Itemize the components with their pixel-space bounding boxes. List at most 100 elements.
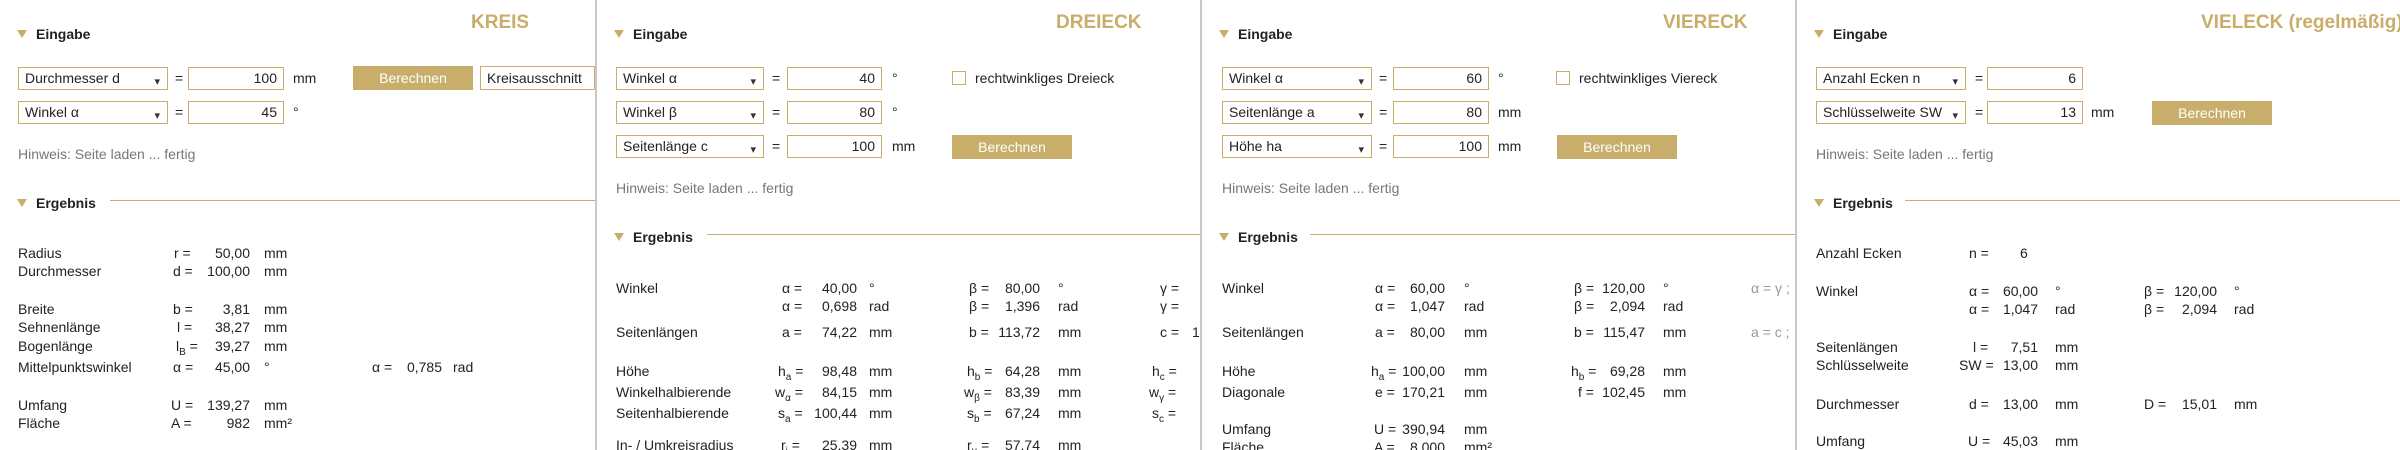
equals-sign: =	[772, 70, 781, 86]
chevron-down-icon: ▾	[1952, 110, 1958, 122]
result-value: 139,27	[207, 397, 250, 413]
triangle-down-icon	[614, 30, 624, 38]
unit-label: mm	[1464, 363, 1488, 379]
result-symbol: D =	[2144, 396, 2167, 412]
select-input1[interactable]: Anzahl Ecken n ▾	[1816, 67, 1966, 90]
unit-label: rad	[2234, 301, 2255, 317]
unit-label: mm	[1058, 324, 1082, 340]
result-value: 98,48	[821, 363, 857, 379]
result-symbol: U =	[1968, 433, 1991, 449]
unit-label: °	[869, 280, 875, 296]
section-input-heading[interactable]: Eingabe	[1219, 26, 1292, 42]
result-value: 45,00	[214, 359, 250, 375]
unit-label: mm²	[1464, 439, 1492, 450]
panel-title: VIELECK (regelmäßig)	[2201, 12, 2400, 33]
value-input1[interactable]: 100	[188, 67, 284, 90]
select-input2[interactable]: Winkel β ▾	[616, 101, 764, 124]
section-result-heading[interactable]: Ergebnis	[614, 229, 693, 245]
result-label: Winkel	[1222, 280, 1265, 296]
chevron-down-icon: ▾	[154, 110, 160, 122]
value-input2[interactable]: 13	[1987, 101, 2083, 124]
result-value: 115,47	[1603, 324, 1645, 340]
calculate-button[interactable]: Berechnen	[952, 135, 1072, 159]
section-divider	[1905, 200, 2400, 201]
value-input2[interactable]: 45	[188, 101, 284, 124]
result-label: Umfang	[18, 397, 68, 413]
triangle-down-icon	[17, 30, 27, 38]
section-input-heading[interactable]: Eingabe	[1814, 26, 1887, 42]
value-input1[interactable]: 40	[787, 67, 882, 90]
select-input3[interactable]: Seitenlänge c ▾	[616, 135, 764, 158]
result-symbol: A =	[1374, 439, 1395, 450]
result-symbol: hc =	[1152, 363, 1177, 383]
select-input2[interactable]: Winkel α ▾	[18, 101, 168, 124]
triangle-down-icon	[1219, 30, 1229, 38]
result-symbol: lB =	[176, 338, 198, 358]
result-value: 25,39	[821, 437, 857, 450]
unit-label: mm	[869, 405, 893, 421]
result-label: Mittelpunktswinkel	[18, 359, 132, 375]
triangle-down-icon	[17, 199, 27, 207]
result-value: 100,00	[1402, 363, 1445, 379]
select-input2[interactable]: Seitenlänge a ▾	[1222, 101, 1372, 124]
result-label: Seitenlängen	[1222, 324, 1304, 340]
value-input2[interactable]: 80	[787, 101, 882, 124]
section-result-heading[interactable]: Ergebnis	[17, 195, 96, 211]
unit-label: mm	[892, 138, 916, 154]
unit-label: mm	[869, 363, 893, 379]
section-result-heading[interactable]: Ergebnis	[1814, 195, 1893, 211]
unit-label: rad	[1058, 298, 1079, 314]
unit-label: °	[892, 104, 898, 120]
section-divider	[1310, 234, 1795, 235]
result-label: In- / Umkreisradius	[616, 437, 734, 450]
result-symbol: β =	[1574, 298, 1595, 314]
unit-label: rad	[453, 359, 474, 375]
select-input3[interactable]: Höhe ha ▾	[1222, 135, 1372, 158]
calculate-button[interactable]: Berechnen	[353, 66, 473, 90]
section-input-heading[interactable]: Eingabe	[614, 26, 687, 42]
unit-label: mm	[869, 437, 893, 450]
unit-label: °	[1058, 280, 1064, 296]
select-input1[interactable]: Durchmesser d ▾	[18, 67, 168, 90]
section-result-heading[interactable]: Ergebnis	[1219, 229, 1298, 245]
section-input-heading[interactable]: Eingabe	[17, 26, 90, 42]
result-label: Fläche	[1222, 439, 1265, 450]
value-input2[interactable]: 80	[1393, 101, 1489, 124]
calculate-button[interactable]: Berechnen	[1557, 135, 1677, 159]
triangle-down-icon	[1814, 199, 1824, 207]
result-symbol: sc =	[1152, 405, 1177, 425]
result-symbol: U =	[1374, 421, 1397, 437]
result-value: 57,74	[1004, 437, 1040, 450]
unit-label: °	[293, 104, 299, 120]
unit-label: mm	[869, 384, 893, 400]
select-input2[interactable]: Schlüsselweite SW ▾	[1816, 101, 1966, 124]
result-label: Sehnenlänge	[18, 319, 101, 335]
result-value: 1,047	[2002, 301, 2038, 317]
result-symbol: wγ =	[1149, 384, 1177, 404]
result-symbol: ru =	[967, 437, 990, 450]
value-input3[interactable]: 100	[787, 135, 882, 158]
result-value: 120,00	[2174, 283, 2217, 299]
select-input1[interactable]: Winkel α ▾	[1222, 67, 1372, 90]
right-angle-checkbox[interactable]	[1556, 71, 1570, 85]
select-input1[interactable]: Winkel α ▾	[616, 67, 764, 90]
result-value: 120,00	[1602, 280, 1645, 296]
value-input1[interactable]: 6	[1987, 67, 2083, 90]
unit-label: mm	[264, 397, 288, 413]
unit-label: mm	[293, 70, 317, 86]
value-input3[interactable]: 100	[1393, 135, 1489, 158]
result-value: 7,51	[2010, 339, 2038, 355]
unit-label: mm	[264, 263, 288, 279]
calculate-button[interactable]: Berechnen	[2152, 101, 2272, 125]
kreisausschnitt-button[interactable]: Kreisausschnitt	[480, 66, 595, 90]
result-symbol: l =	[1973, 339, 1989, 355]
unit-label: °	[1663, 280, 1669, 296]
value-input1[interactable]: 60	[1393, 67, 1489, 90]
result-symbol: d =	[173, 263, 193, 279]
unit-label: mm	[869, 324, 893, 340]
unit-label: mm	[2055, 433, 2079, 449]
right-angle-checkbox[interactable]	[952, 71, 966, 85]
unit-label: °	[2234, 283, 2240, 299]
equals-sign: =	[175, 104, 184, 120]
equals-sign: =	[1975, 104, 1984, 120]
